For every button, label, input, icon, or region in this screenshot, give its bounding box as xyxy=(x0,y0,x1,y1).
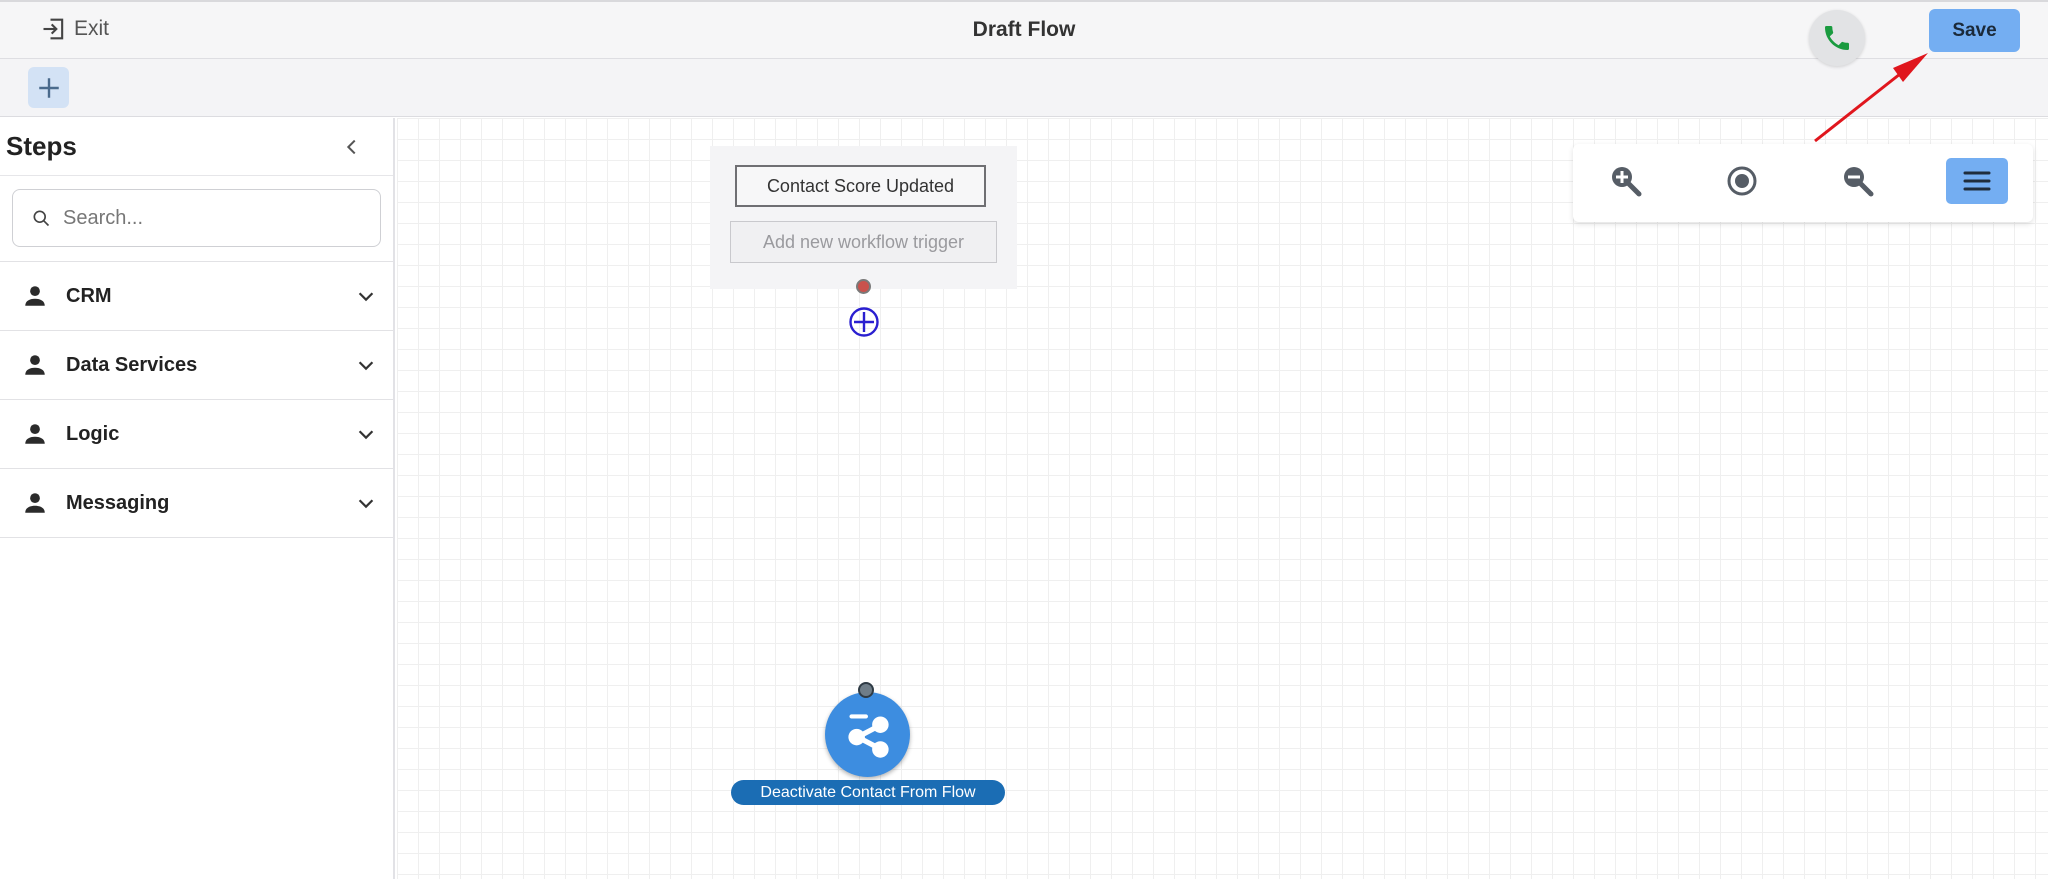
search-wrapper xyxy=(0,176,393,262)
sidebar-header: Steps xyxy=(0,118,393,176)
page-title: Draft Flow xyxy=(972,18,1076,41)
category-label: CRM xyxy=(66,284,112,307)
save-button[interactable]: Save xyxy=(1929,9,2020,52)
menu-icon xyxy=(1963,171,1991,191)
zoom-out-button[interactable] xyxy=(1827,158,1889,204)
search-icon xyxy=(33,210,50,227)
action-node-label[interactable]: Deactivate Contact From Flow xyxy=(731,780,1005,805)
exit-icon xyxy=(43,18,64,40)
action-node[interactable] xyxy=(825,692,910,777)
collapse-sidebar-icon[interactable] xyxy=(341,136,363,158)
flow-canvas[interactable]: Contact Score Updated Add new workflow t… xyxy=(397,118,2048,879)
category-messaging[interactable]: Messaging xyxy=(0,469,393,538)
chevron-down-icon xyxy=(358,292,374,302)
category-label: Logic xyxy=(66,422,120,445)
top-bar: Exit Draft Flow Save xyxy=(0,0,2048,59)
chevron-down-icon xyxy=(358,499,374,509)
secondary-toolbar xyxy=(0,59,2048,117)
zoom-controls xyxy=(1573,144,2033,222)
center-icon xyxy=(1727,166,1757,196)
plus-icon xyxy=(38,77,59,98)
search-box xyxy=(12,189,381,247)
steps-sidebar: Steps CRM Data Services Logic Messaging xyxy=(0,118,395,879)
exit-button[interactable]: Exit xyxy=(40,15,109,43)
category-logic[interactable]: Logic xyxy=(0,400,393,469)
menu-button[interactable] xyxy=(1946,158,2008,204)
zoom-in-icon xyxy=(1612,167,1642,197)
connection-handle[interactable] xyxy=(856,279,871,294)
category-label: Messaging xyxy=(66,491,170,514)
person-icon xyxy=(25,355,45,375)
phone-button[interactable] xyxy=(1809,10,1865,66)
node-connection-handle[interactable] xyxy=(858,682,874,698)
category-data-services[interactable]: Data Services xyxy=(0,331,393,400)
add-trigger-button[interactable]: Add new workflow trigger xyxy=(730,221,997,263)
trigger-panel: Contact Score Updated Add new workflow t… xyxy=(710,146,1017,289)
search-input[interactable] xyxy=(63,206,363,230)
category-crm[interactable]: CRM xyxy=(0,262,393,331)
center-view-button[interactable] xyxy=(1711,158,1773,204)
chevron-down-icon xyxy=(358,361,374,371)
person-icon xyxy=(25,424,45,444)
share-icon xyxy=(847,713,889,758)
trigger-node[interactable]: Contact Score Updated xyxy=(735,165,986,207)
person-icon xyxy=(25,493,45,513)
phone-icon xyxy=(1825,26,1849,50)
zoom-in-button[interactable] xyxy=(1595,158,1657,204)
chevron-down-icon xyxy=(358,430,374,440)
exit-label: Exit xyxy=(74,17,110,40)
add-step-plus-icon[interactable] xyxy=(848,306,880,338)
person-icon xyxy=(25,286,45,306)
sidebar-title: Steps xyxy=(6,131,77,161)
category-label: Data Services xyxy=(66,353,198,376)
zoom-out-icon xyxy=(1844,167,1874,197)
add-step-button[interactable] xyxy=(28,67,69,108)
